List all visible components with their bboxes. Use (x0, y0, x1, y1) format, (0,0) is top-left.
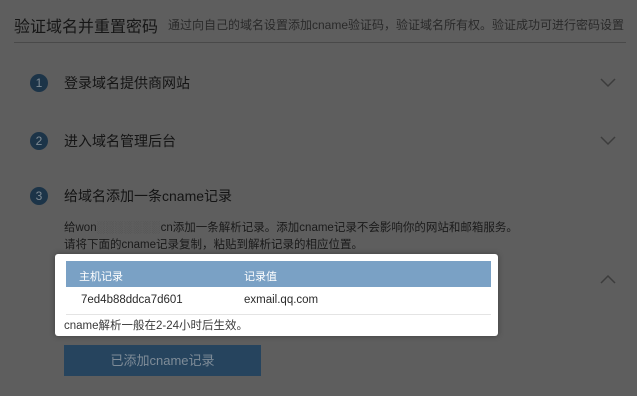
page-header: 验证域名并重置密码 通过向自己的域名设置添加cname验证码，验证域名所有权。验… (14, 0, 626, 43)
cname-added-button[interactable]: 已添加cname记录 (64, 345, 261, 376)
cname-table-header: 主机记录 记录值 (66, 261, 491, 287)
cname-record-card: 主机记录 记录值 7ed4b88ddca7d601 exmail.qq.com … (55, 254, 498, 336)
record-value[interactable]: exmail.qq.com (244, 294, 318, 306)
step-2-domain-admin[interactable]: 2 进入域名管理后台 (14, 116, 626, 166)
page-description: 通过向自己的域名设置添加cname验证码，验证域名所有权。验证成功可进行密码设置 (168, 18, 625, 32)
step-instruction-line-1: 给won░░░░░░░cn添加一条解析记录。添加cname记录不会影响你的网站和… (64, 219, 518, 235)
column-header-value: 记录值 (244, 271, 277, 283)
instruction-suffix: cn添加一条解析记录。添加cname记录不会影响你的网站和邮箱服务。 (160, 222, 518, 234)
step-label: 登录域名提供商网站 (64, 75, 190, 91)
chevron-down-icon[interactable] (600, 136, 616, 146)
instruction-prefix: 给won (64, 222, 97, 234)
chevron-down-icon[interactable] (600, 78, 616, 88)
host-record-value[interactable]: 7ed4b88ddca7d601 (81, 294, 183, 306)
step-label: 给域名添加一条cname记录 (64, 188, 233, 204)
step-instruction-line-2: 请将下面的cname记录复制，粘贴到解析记录的相应位置。 (64, 239, 364, 251)
step-number-badge: 2 (30, 132, 48, 150)
column-header-host: 主机记录 (79, 271, 123, 283)
step-number-badge: 1 (30, 74, 48, 92)
step-1-login-provider[interactable]: 1 登录域名提供商网站 (14, 58, 626, 108)
step-label: 进入域名管理后台 (64, 133, 176, 149)
redacted-domain: ░░░░░░░ (96, 222, 161, 234)
step-number-badge: 3 (30, 187, 48, 205)
table-row: 7ed4b88ddca7d601 exmail.qq.com (66, 287, 491, 315)
propagation-note: cname解析一般在2-24小时后生效。 (64, 320, 249, 332)
chevron-up-icon[interactable] (600, 274, 616, 284)
page-title: 验证域名并重置密码 (14, 19, 159, 36)
